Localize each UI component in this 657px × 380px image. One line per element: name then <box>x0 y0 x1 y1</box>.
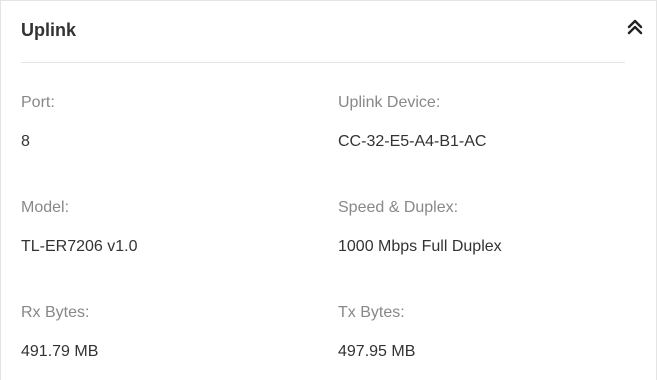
rx-bytes-value: 491.79 MB <box>21 343 99 360</box>
collapse-button[interactable] <box>623 15 647 39</box>
model-value: TL-ER7206 v1.0 <box>21 238 138 255</box>
panel-title: Uplink <box>21 20 77 40</box>
header-divider <box>21 62 625 63</box>
speed-duplex-value: 1000 Mbps Full Duplex <box>338 238 502 255</box>
tx-bytes-value: 497.95 MB <box>338 343 416 360</box>
panel-header: Uplink <box>1 1 656 59</box>
uplink-panel: Uplink Port: 8 Uplink Device: CC-32-E5-A… <box>0 0 657 380</box>
model-label: Model: <box>21 199 70 216</box>
speed-duplex-label: Speed & Duplex: <box>338 199 459 216</box>
rx-bytes-label: Rx Bytes: <box>21 304 90 321</box>
speed-duplex-field: Speed & Duplex: 1000 Mbps Full Duplex <box>338 198 618 257</box>
double-chevron-up-icon <box>627 19 643 35</box>
tx-bytes-field: Tx Bytes: 497.95 MB <box>338 303 618 362</box>
model-field: Model: TL-ER7206 v1.0 <box>21 198 301 257</box>
port-field: Port: 8 <box>21 93 301 152</box>
uplink-device-field: Uplink Device: CC-32-E5-A4-B1-AC <box>338 93 618 152</box>
port-label: Port: <box>21 94 55 111</box>
port-value: 8 <box>21 133 30 150</box>
rx-bytes-field: Rx Bytes: 491.79 MB <box>21 303 301 362</box>
uplink-device-value: CC-32-E5-A4-B1-AC <box>338 133 487 150</box>
tx-bytes-label: Tx Bytes: <box>338 304 405 321</box>
uplink-device-label: Uplink Device: <box>338 94 441 111</box>
